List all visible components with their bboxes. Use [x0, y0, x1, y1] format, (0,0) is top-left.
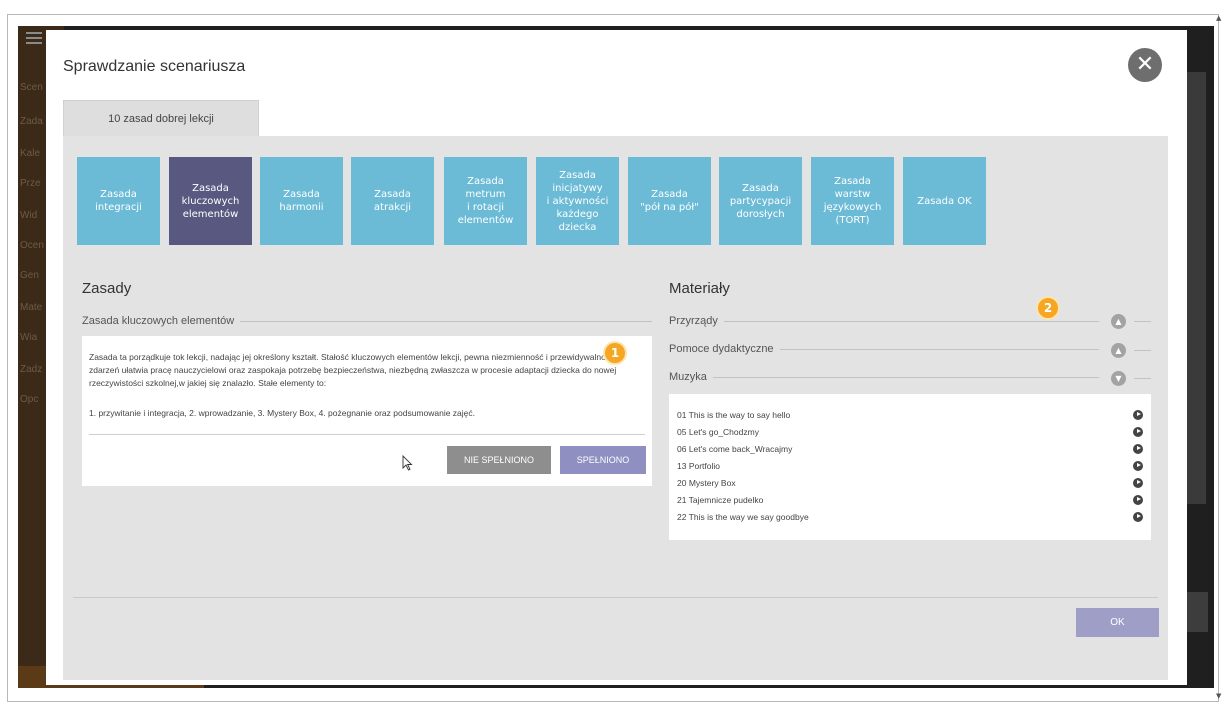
category-row-teaching-aids[interactable]: Pomoce dydaktyczne	[669, 342, 1099, 356]
tab-10-principles[interactable]: 10 zasad dobrej lekcji	[63, 100, 259, 136]
divider	[1134, 378, 1151, 379]
tile-principle-harmony[interactable]: Zasada harmonii	[260, 157, 343, 245]
principle-elements-list: 1. przywitanie i integracja, 2. wprowadz…	[89, 408, 476, 418]
ok-button[interactable]: OK	[1076, 608, 1159, 637]
divider	[1134, 321, 1151, 322]
tile-principle-ok[interactable]: Zasada OK	[903, 157, 986, 245]
track-name: 22 This is the way we say goodbye	[677, 511, 809, 522]
met-button[interactable]: SPEŁNIONO	[560, 446, 646, 474]
modal-title: Sprawdzanie scenariusza	[63, 58, 246, 75]
divider	[723, 320, 1099, 322]
principle-subheading-row: Zasada kluczowych elementów	[82, 314, 652, 328]
principle-subheading: Zasada kluczowych elementów	[82, 315, 235, 327]
tile-principle-half-half[interactable]: Zasada "pół na pół"	[628, 157, 711, 245]
chevron-up-icon[interactable]: ▲	[1111, 343, 1126, 358]
mouse-cursor-icon	[402, 455, 413, 471]
tile-principle-integration[interactable]: Zasada integracji	[77, 157, 160, 245]
play-icon[interactable]	[1133, 494, 1143, 505]
list-item: 01 This is the way to say hello	[677, 406, 1147, 423]
divider	[712, 376, 1099, 378]
category-label: Pomoce dydaktyczne	[669, 343, 774, 355]
list-item: 06 Let's come back_Wracajmy	[677, 440, 1147, 457]
list-item: 21 Tajemnicze pudelko	[677, 491, 1147, 508]
principles-heading: Zasady	[82, 280, 132, 297]
list-item: 22 This is the way we say goodbye	[677, 508, 1147, 525]
track-name: 06 Let's come back_Wracajmy	[677, 443, 793, 454]
principle-description: Zasada ta porządkuje tok lekcji, nadając…	[89, 352, 617, 388]
divider	[1134, 350, 1151, 351]
tile-principle-meter-rotation[interactable]: Zasada metrum i rotacji elementów	[444, 157, 527, 245]
tile-principle-attraction[interactable]: Zasada atrakcji	[351, 157, 434, 245]
chevron-down-icon[interactable]: ▼	[1111, 371, 1126, 386]
list-item: 05 Let's go_Chodzmy	[677, 423, 1147, 440]
list-item: 13 Portfolio	[677, 457, 1147, 474]
tile-principle-key-elements[interactable]: Zasada kluczowych elementów	[169, 157, 252, 245]
play-icon[interactable]	[1133, 426, 1143, 437]
scroll-down-icon[interactable]: ▼	[1216, 692, 1224, 702]
category-row-tools[interactable]: Przyrządy	[669, 314, 1099, 328]
category-label: Muzyka	[669, 371, 707, 383]
check-scenario-modal: Sprawdzanie scenariusza ✕ 10 zasad dobre…	[46, 30, 1187, 685]
divider	[779, 348, 1099, 350]
track-name: 13 Portfolio	[677, 460, 720, 471]
close-button[interactable]: ✕	[1128, 48, 1162, 82]
chevron-up-icon[interactable]: ▲	[1111, 314, 1126, 329]
track-name: 20 Mystery Box	[677, 477, 736, 488]
divider	[73, 597, 1158, 598]
tile-principle-adult-participation[interactable]: Zasada partycypacji dorosłych	[719, 157, 802, 245]
track-name: 21 Tajemnicze pudelko	[677, 494, 764, 505]
music-track-list: 01 This is the way to say hello 05 Let's…	[669, 394, 1151, 540]
track-name: 05 Let's go_Chodzmy	[677, 426, 759, 437]
play-icon[interactable]	[1133, 409, 1143, 420]
divider	[89, 434, 645, 435]
track-name: 01 This is the way to say hello	[677, 409, 791, 420]
scroll-up-icon[interactable]: ▲	[1216, 14, 1224, 24]
play-icon[interactable]	[1133, 511, 1143, 522]
materials-heading: Materiały	[669, 280, 730, 297]
principle-description-box: Zasada ta porządkuje tok lekcji, nadając…	[82, 336, 652, 486]
principles-panel: Zasada integracji Zasada kluczowych elem…	[63, 136, 1168, 680]
divider	[240, 320, 652, 322]
category-label: Przyrządy	[669, 315, 718, 327]
play-icon[interactable]	[1133, 460, 1143, 471]
play-icon[interactable]	[1133, 477, 1143, 488]
tile-principle-initiative[interactable]: Zasada inicjatywy i aktywności każdego d…	[536, 157, 619, 245]
category-row-music[interactable]: Muzyka	[669, 370, 1099, 384]
play-icon[interactable]	[1133, 443, 1143, 454]
tile-principle-language-layers[interactable]: Zasada warstw językowych (TORT)	[811, 157, 894, 245]
list-item: 20 Mystery Box	[677, 474, 1147, 491]
not-met-button[interactable]: NIE SPEŁNIONO	[447, 446, 551, 474]
menu-icon	[26, 32, 42, 44]
step-badge-1: 1	[603, 341, 627, 365]
